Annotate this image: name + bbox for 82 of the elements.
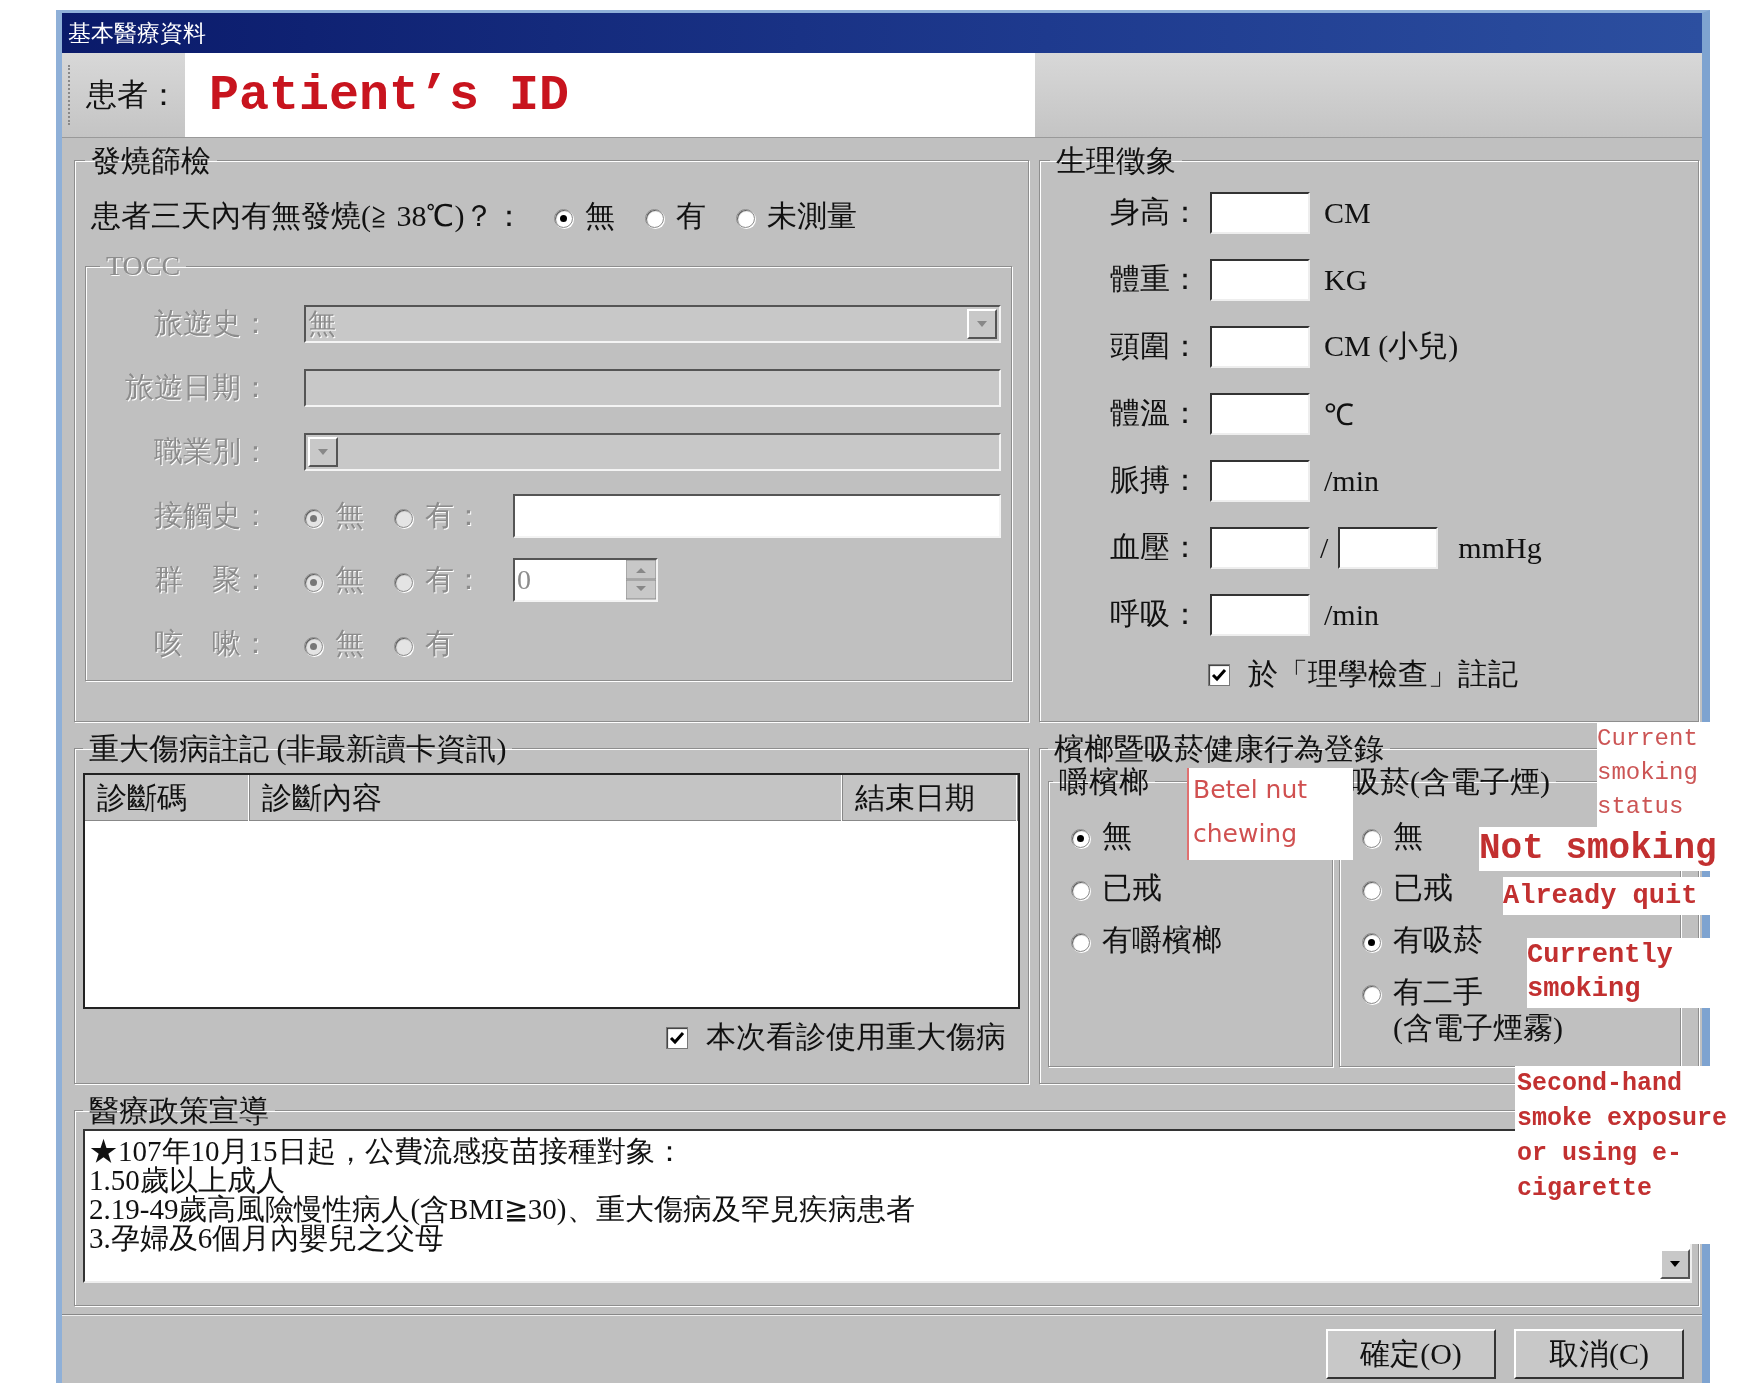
radio-button[interactable] xyxy=(1362,932,1381,952)
option-label: 有： xyxy=(425,562,483,598)
option-label: 無 xyxy=(335,498,364,534)
unit-label: /min xyxy=(1324,463,1379,498)
unit-label: ℃ xyxy=(1324,397,1354,433)
stepper-icon xyxy=(626,559,656,600)
field-label: 身高： xyxy=(1109,194,1200,230)
notice-line: 3.孕婦及6個月內嬰兒之父母 xyxy=(89,1224,445,1253)
option-label: 已戒 xyxy=(1102,870,1162,906)
radio-button[interactable] xyxy=(645,208,665,228)
checkbox[interactable] xyxy=(1208,663,1230,686)
checkbox-label: 於「理學檢查」註記 xyxy=(1248,656,1518,692)
option-label: 無 xyxy=(335,562,364,598)
field-label: 血壓： xyxy=(1109,529,1200,565)
notice-line: ★107年10月15日起，公費流感疫苗接種對象： xyxy=(89,1137,684,1166)
option-label: (含電子煙霧) xyxy=(1393,1010,1563,1046)
option-label: 有： xyxy=(425,498,483,534)
field-label: 咳 嗽： xyxy=(153,625,270,661)
field-label: 脈搏： xyxy=(1109,462,1200,498)
field-label: 體溫： xyxy=(1109,395,1200,431)
annotation-note: Betel nut chewing xyxy=(1187,768,1353,860)
radio-button[interactable] xyxy=(1362,984,1381,1004)
radio-button[interactable] xyxy=(554,208,574,228)
field-label: 呼吸： xyxy=(1109,596,1200,632)
field-label: 頭圍： xyxy=(1109,328,1200,364)
notice-line: 2.19-49歲高風險慢性病人(含BMI≧30)、重大傷病及罕見疾病患者 xyxy=(89,1195,915,1224)
column-header[interactable]: 結束日期 xyxy=(842,775,1018,821)
notice-line: 1.50歲以上成人 xyxy=(89,1166,285,1195)
separator-label: / xyxy=(1320,530,1329,565)
unit-label: mmHg xyxy=(1458,530,1542,565)
radio-button[interactable] xyxy=(1071,932,1090,952)
radio-button[interactable] xyxy=(1362,828,1381,848)
field-label: 患者： xyxy=(85,76,180,114)
group-title: 生理徵象 xyxy=(1056,144,1176,177)
question-label: 患者三天內有無發燒(≧ 38℃)？： xyxy=(91,197,525,234)
input-field[interactable] xyxy=(1210,191,1310,234)
column-header[interactable]: 診斷碼 xyxy=(85,775,250,821)
group-title: 發燒篩檢 xyxy=(91,144,211,177)
input-field[interactable] xyxy=(1210,459,1310,502)
window-title: 基本醫療資料 xyxy=(68,18,206,48)
scroll-down-button[interactable] xyxy=(1660,1249,1690,1279)
option-label: 已戒 xyxy=(1393,870,1453,906)
radio-button[interactable] xyxy=(736,208,756,228)
field-label: 旅遊史： xyxy=(153,305,270,341)
input-field[interactable] xyxy=(1210,325,1310,368)
group-title: 檳榔暨吸菸健康行為登錄 xyxy=(1054,732,1384,765)
option-label: 無 xyxy=(335,626,364,662)
radio-button[interactable] xyxy=(1362,880,1381,900)
dialog-button[interactable]: 確定(O) xyxy=(1326,1329,1496,1379)
unit-label: KG xyxy=(1324,262,1368,297)
unit-label: CM (小兒) xyxy=(1324,328,1459,364)
option-label: 無 xyxy=(1393,818,1423,854)
caret-icon xyxy=(1669,1260,1681,1268)
group-title: 重大傷病註記 (非最新讀卡資訊) xyxy=(89,732,507,765)
option-label: 無 xyxy=(1102,818,1132,854)
unit-label: CM xyxy=(1324,195,1371,230)
checkbox[interactable] xyxy=(666,1026,688,1049)
option-label: 有 xyxy=(676,198,707,234)
caret-icon xyxy=(317,447,329,456)
input-field[interactable] xyxy=(1210,593,1310,636)
option-label: 有吸菸 xyxy=(1393,922,1483,958)
field-label: 職業別： xyxy=(153,433,270,469)
input-field[interactable] xyxy=(1210,258,1310,301)
dialog-button[interactable]: 取消(C) xyxy=(1514,1329,1684,1379)
group-title: 嚼檳榔 xyxy=(1059,765,1149,798)
field-label: 體重： xyxy=(1109,261,1200,297)
input-field[interactable] xyxy=(1338,526,1439,569)
caret-icon xyxy=(976,319,988,328)
option-label: 有 xyxy=(425,626,454,662)
column-header[interactable]: 診斷內容 xyxy=(249,775,843,821)
option-label: 未測量 xyxy=(767,198,858,234)
patient-field[interactable]: Patient’s ID xyxy=(185,53,1035,137)
field-label: 接觸史： xyxy=(153,497,270,533)
input-field[interactable] xyxy=(1210,526,1310,569)
checkbox-label: 本次看診使用重大傷病 xyxy=(706,1019,1006,1055)
radio-button[interactable] xyxy=(1071,880,1090,900)
input-field[interactable] xyxy=(1210,392,1310,435)
option-label: 有嚼檳榔 xyxy=(1102,922,1222,958)
group-title: 醫療政策宣導 xyxy=(89,1094,269,1127)
unit-label: /min xyxy=(1324,597,1379,632)
radio-button[interactable] xyxy=(1071,828,1090,848)
option-label: 無 xyxy=(585,198,616,234)
